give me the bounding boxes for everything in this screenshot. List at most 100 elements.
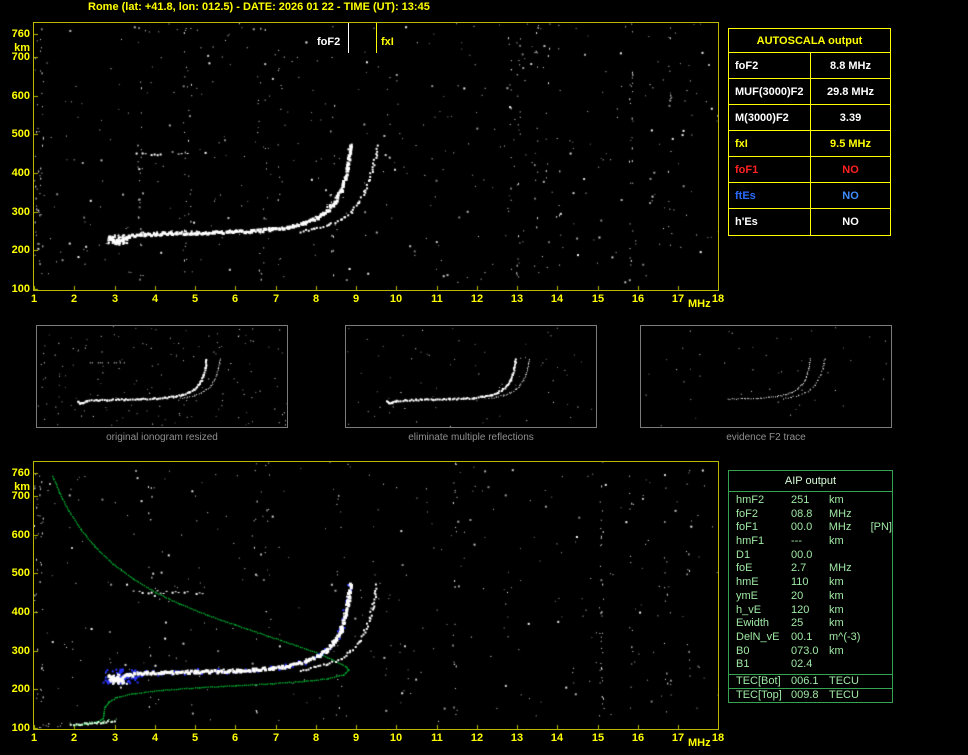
param-unit: m^(-3)	[829, 630, 861, 643]
autoscala-output-table: AUTOSCALA output foF2 8.8 MHz MUF(3000)F…	[728, 28, 891, 236]
param-extra	[871, 508, 892, 522]
foF2-marker-line	[348, 23, 349, 53]
autoscala-window: Rome (lat: +41.8, lon: 012.5) - DATE: 20…	[0, 0, 968, 755]
param-label: M(3000)F2	[729, 105, 811, 130]
table-row: B1 02.4	[729, 658, 892, 672]
y-tick-label: 600	[11, 529, 30, 541]
param-label: TEC[Bot]	[736, 674, 781, 687]
y-tick-label: 200	[11, 244, 30, 256]
x-tick-label: 12	[470, 732, 484, 744]
thumbnail-no-multiples	[345, 325, 597, 428]
x-tick-label: 16	[631, 732, 645, 744]
bottom-ionogram-canvas	[34, 462, 718, 729]
x-tick-label: 11	[431, 293, 443, 305]
param-value: NO	[842, 164, 859, 176]
param-label: TEC[Top]	[736, 688, 782, 701]
table-row: hmF2 251 km	[729, 494, 892, 508]
param-unit: km	[829, 535, 844, 548]
x-tick-label: 11	[431, 732, 443, 744]
param-value: 251	[791, 494, 810, 506]
x-tick-label: 10	[389, 732, 403, 744]
param-label: ymE	[736, 589, 758, 602]
thumbnail-f2-trace-canvas	[641, 326, 891, 427]
top-ionogram-canvas	[34, 23, 718, 290]
param-label: Ewidth	[736, 617, 770, 630]
table-row: TEC[Top] 009.8 TECU	[729, 689, 892, 702]
param-unit	[829, 658, 871, 672]
param-unit: TECU	[829, 674, 859, 687]
y-tick-label: 760	[11, 28, 30, 40]
x-tick-label: 1	[30, 732, 38, 744]
param-value: 3.39	[839, 112, 862, 124]
table-row: foE 2.7 MHz	[729, 562, 892, 576]
param-value: ---	[791, 535, 802, 548]
top-ionogram-plot	[33, 22, 719, 291]
x-tick-label: 2	[70, 732, 78, 744]
param-label: hmE	[736, 576, 759, 589]
param-unit	[829, 549, 871, 563]
x-tick-label: 14	[550, 293, 564, 305]
aip-table-title: AIP output	[729, 471, 892, 492]
y-tick-label: 200	[11, 683, 30, 695]
x-tick-label: 4	[151, 732, 159, 744]
param-value: NO	[842, 190, 859, 202]
x-tick-label: 3	[111, 732, 119, 744]
y-axis-unit-label: km	[14, 42, 30, 54]
table-row: Ewidth 25 km	[729, 617, 892, 631]
param-value: 29.8 MHz	[826, 86, 875, 98]
x-tick-label: 16	[631, 293, 645, 305]
param-label: foF1	[736, 521, 759, 534]
y-tick-label: 760	[11, 467, 30, 479]
param-label: DelN_vE	[736, 630, 780, 643]
x-tick-label: 5	[191, 293, 199, 305]
x-tick-label: 12	[470, 293, 484, 305]
table-row: hmF1 --- km	[729, 535, 892, 549]
x-tick-label: 9	[352, 732, 360, 744]
fxI-marker-line	[376, 23, 377, 53]
title-bar: Rome (lat: +41.8, lon: 012.5) - DATE: 20…	[88, 1, 430, 13]
table-row: foF1 NO	[729, 157, 890, 183]
x-tick-label: 1	[30, 293, 38, 305]
aip-output-table: AIP output hmF2 251 km foF2 08.8 MHz foF1 00.…	[728, 470, 893, 703]
param-value: 00.0	[791, 548, 813, 561]
param-label: MUF(3000)F2	[729, 79, 811, 104]
param-value: 9.5 MHz	[830, 138, 871, 150]
param-value: 006.1	[791, 674, 819, 687]
thumbnail-original-ionogram	[36, 325, 288, 428]
x-tick-label: 15	[591, 732, 605, 744]
param-unit: km	[829, 576, 844, 589]
param-value: 00.1	[791, 630, 813, 643]
table-row: h_vE 120 km	[729, 604, 892, 618]
x-tick-label: 14	[550, 732, 564, 744]
x-tick-label: 6	[231, 732, 239, 744]
param-extra	[871, 590, 892, 604]
param-value: 2.7	[791, 562, 807, 575]
param-label: fxI	[729, 131, 811, 156]
y-tick-label: 300	[11, 645, 30, 657]
param-label: foF2	[736, 507, 759, 520]
x-tick-label: 5	[191, 732, 199, 744]
param-label: ftEs	[729, 183, 811, 208]
param-extra	[871, 631, 892, 645]
thumbnail-caption: original ionogram resized	[106, 432, 218, 443]
table-row: ymE 20 km	[729, 590, 892, 604]
table-row: DelN_vE 00.1 m^(-3)	[729, 631, 892, 645]
table-row: fxI 9.5 MHz	[729, 131, 890, 157]
y-tick-label: 500	[11, 128, 30, 140]
fxI-marker-label: fxI	[379, 36, 396, 48]
x-tick-label: 4	[151, 293, 159, 305]
x-tick-label: 10	[389, 293, 403, 305]
param-value: 25	[791, 617, 804, 630]
param-unit: km	[829, 644, 844, 657]
param-value: 02.4	[791, 658, 813, 671]
param-unit: TECU	[829, 688, 859, 701]
x-tick-label: 3	[111, 293, 119, 305]
param-extra	[871, 617, 892, 631]
table-row: h'Es NO	[729, 209, 890, 235]
autoscala-table-title: AUTOSCALA output	[729, 29, 890, 53]
y-axis-unit-label: km	[14, 481, 30, 493]
param-unit: MHz	[829, 562, 852, 575]
x-tick-label: 13	[510, 732, 524, 744]
param-value: 08.8	[791, 507, 813, 520]
table-row: foF1 00.0 MHz [PN]	[729, 521, 892, 535]
